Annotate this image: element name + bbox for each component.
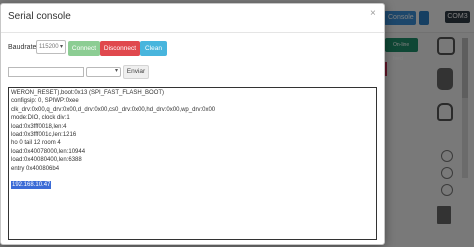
output-line: load:0x3fff001c,len:1216 [11, 132, 77, 139]
output-line: entry 0x400806b4 [11, 165, 60, 172]
output-line: load:0x40080400,len:6388 [11, 157, 82, 164]
output-line: clk_drv:0x00,q_drv:0x00,d_drv:0x00,cs0_d… [11, 106, 216, 113]
output-line: WERON_RESET),boot:0x13 (SPI_FAST_FLASH_B… [11, 90, 165, 96]
send-input[interactable] [8, 67, 84, 77]
baudrate-select[interactable]: 115200 ▾ [36, 40, 66, 54]
output-line: configsip: 0, SPIWP:0xee [11, 98, 79, 105]
output-line: mode:DIO, clock div:1 [11, 115, 70, 122]
close-icon[interactable]: × [370, 8, 376, 19]
baudrate-value: 115200 [39, 44, 59, 50]
output-line: ho 0 tail 12 room 4 [11, 140, 61, 147]
connect-button[interactable]: Connect [68, 41, 100, 56]
dialog-title: Serial console [8, 11, 71, 22]
output-line-selected: 192.168.10.47 [11, 181, 52, 190]
output-line: load:0x40078000,len:10944 [11, 148, 86, 155]
send-button[interactable]: Enviar [123, 65, 149, 79]
serial-console-dialog: Serial console × Baudrate : 115200 ▾ Con… [0, 3, 385, 245]
line-ending-select[interactable]: ▾ [86, 67, 121, 77]
disconnect-button[interactable]: Disconnect [100, 41, 140, 56]
serial-output[interactable]: WERON_RESET),boot:0x13 (SPI_FAST_FLASH_B… [8, 87, 377, 240]
chevron-down-icon: ▾ [114, 68, 118, 74]
output-line: load:0x3fff0018,len:4 [11, 123, 67, 130]
clean-button[interactable]: Clean [140, 41, 167, 56]
dialog-header: Serial console × [1, 4, 384, 33]
chevron-down-icon: ▾ [59, 44, 63, 50]
